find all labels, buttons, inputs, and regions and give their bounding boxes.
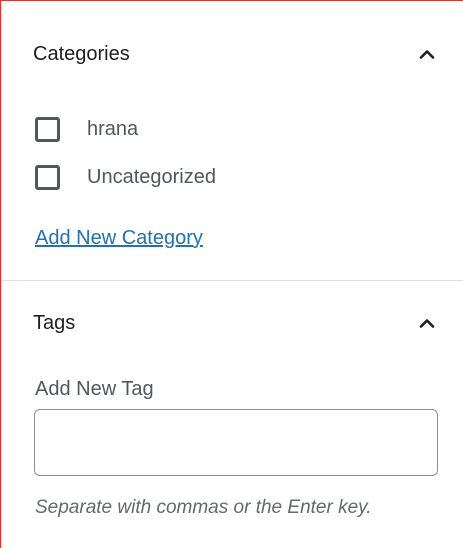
category-checkbox-uncategorized[interactable]: [35, 164, 60, 190]
tags-title: Tags: [33, 311, 76, 334]
category-item-uncategorized: Uncategorized: [35, 153, 216, 201]
category-checklist: hrana Uncategorized: [35, 105, 216, 201]
chevron-up-icon[interactable]: [415, 311, 439, 335]
add-new-category-link[interactable]: Add New Category: [35, 227, 203, 250]
category-checkbox-hrana[interactable]: [35, 116, 60, 142]
category-label-hrana[interactable]: hrana: [87, 118, 138, 141]
categories-panel-toggle[interactable]: Categories: [1, 39, 463, 69]
tag-help-text: Separate with commas or the Enter key.: [35, 497, 372, 518]
tags-panel: Tags Add New Tag Separate with commas or…: [1, 281, 463, 548]
tags-panel-toggle[interactable]: Tags: [1, 308, 463, 338]
add-new-tag-input[interactable]: [34, 409, 438, 476]
category-label-uncategorized[interactable]: Uncategorized: [87, 166, 216, 189]
categories-title: Categories: [33, 42, 130, 65]
add-new-tag-label: Add New Tag: [35, 378, 154, 400]
chevron-up-icon[interactable]: [415, 42, 439, 66]
categories-panel: Categories hrana Uncategorized Add New C…: [1, 1, 463, 280]
category-item-hrana: hrana: [35, 105, 216, 153]
